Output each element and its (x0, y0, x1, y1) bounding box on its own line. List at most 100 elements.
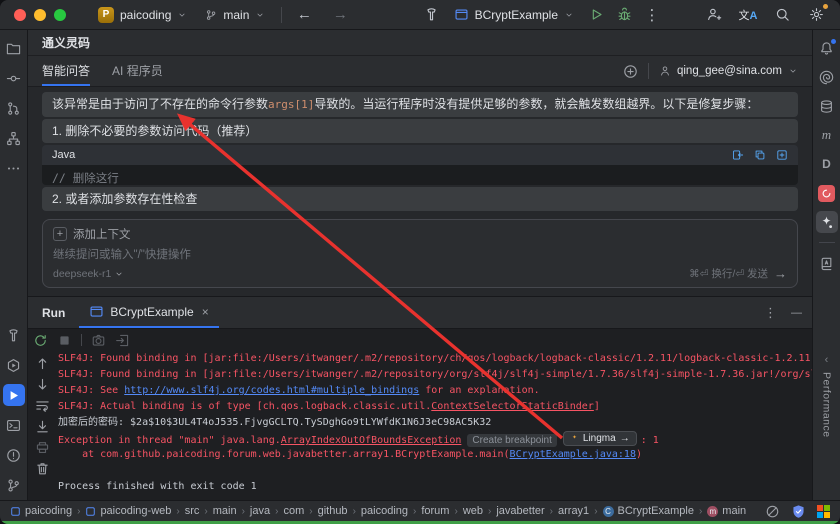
run-tab-bcryptexample[interactable]: BCryptExample × (79, 297, 219, 328)
run-options-button[interactable]: ⋮ (764, 305, 777, 321)
thread-dump-button[interactable] (91, 333, 106, 348)
code-token: // 删除这行 (52, 171, 119, 185)
breadcrumb-item[interactable]: forum (421, 505, 449, 517)
create-breakpoint-hint[interactable]: Create breakpoint (467, 434, 557, 447)
windows-colors-icon[interactable] (817, 504, 830, 518)
breadcrumb-item[interactable]: java (250, 505, 270, 517)
search-everywhere-button[interactable] (770, 3, 794, 27)
close-tab-button[interactable]: × (202, 305, 209, 319)
chat-input-placeholder[interactable]: 继续提问或输入"/"快捷操作 (53, 246, 787, 262)
breadcrumb-label: paicoding-web (100, 505, 172, 517)
class-icon: C (602, 505, 614, 517)
console-text: at com.github.paicoding.forum.web.javabe… (58, 449, 510, 460)
breadcrumb-item[interactable]: paicoding (361, 505, 408, 517)
gradle-tool-button[interactable]: D (816, 153, 838, 175)
code-with-me-button[interactable] (702, 3, 726, 27)
breadcrumb-item[interactable]: main (213, 505, 237, 517)
settings-button[interactable] (804, 3, 828, 27)
shield-icon[interactable] (791, 504, 806, 519)
console-line: Process finished with exit code 1 (58, 479, 806, 495)
database-tool-button[interactable] (816, 95, 838, 117)
soft-wrap-button[interactable] (35, 398, 50, 413)
open-in-editor-button[interactable] (115, 333, 130, 348)
more-tool-button[interactable] (3, 157, 25, 179)
trash-button[interactable] (35, 461, 50, 476)
zoom-window-button[interactable] (54, 8, 66, 21)
breadcrumb-item[interactable]: com (283, 505, 304, 517)
services-tool-button[interactable] (3, 354, 25, 376)
send-button[interactable]: → (774, 266, 787, 281)
print-button[interactable] (35, 440, 50, 455)
project-selector[interactable]: P paicoding (92, 4, 193, 26)
new-chat-button[interactable] (623, 64, 638, 79)
project-name: paicoding (120, 7, 172, 22)
problems-tool-button[interactable] (3, 444, 25, 466)
run-play-icon (10, 390, 18, 400)
rerun-button[interactable] (33, 333, 48, 348)
insert-code-button[interactable] (732, 149, 744, 161)
translation-book-tool-button[interactable] (816, 252, 838, 274)
notifications-tool-button[interactable] (816, 37, 838, 59)
pull-request-tool-button[interactable] (3, 97, 25, 119)
run-play-tool-button[interactable] (2, 384, 25, 406)
console-link[interactable]: BCryptExample.java:18 (510, 449, 636, 460)
up-arrow-button[interactable] (35, 356, 50, 371)
lingma-action-chip[interactable]: Lingma → (562, 431, 637, 446)
minimize-window-button[interactable] (34, 8, 46, 21)
chat-input-box[interactable]: + 添加上下文 继续提问或输入"/"快捷操作 deepseek-r1 ⌘⏎ 换行… (42, 219, 798, 288)
copy-code-button[interactable] (754, 149, 766, 161)
down-arrow-button[interactable] (35, 377, 50, 392)
terminal-tool-button[interactable] (3, 414, 25, 436)
new-file-button[interactable] (776, 149, 788, 161)
translate-button[interactable]: 文A (736, 3, 760, 27)
maven-tool-button[interactable]: m (816, 124, 838, 146)
breadcrumb-item[interactable]: C BCryptExample (602, 505, 694, 517)
tab-smart-qa[interactable]: 智能问答 (42, 56, 91, 86)
structure-tool-button[interactable] (3, 127, 25, 149)
breadcrumb-item[interactable]: array1 (558, 505, 589, 517)
breadcrumb-item[interactable]: javabetter (496, 505, 544, 517)
inspections-off-icon[interactable] (765, 504, 780, 519)
run-config-window-icon (89, 304, 104, 319)
breadcrumb-separator-icon: › (488, 505, 492, 517)
settings-icon (809, 7, 824, 22)
paragraph-text: 该异常是由于访问了不存在的命令行参数 (52, 97, 269, 111)
commit-tool-button[interactable] (3, 67, 25, 89)
close-window-button[interactable] (14, 8, 26, 21)
breadcrumb-label: paicoding (25, 505, 73, 517)
console-link[interactable]: http://www.slf4j.org/codes.html#multiple… (124, 385, 419, 396)
back-button[interactable]: ← (292, 3, 316, 27)
breadcrumb-item[interactable]: paicoding-web (85, 505, 171, 517)
tab-ai-programmer[interactable]: AI 程序员 (112, 56, 163, 86)
build-hammer-tool-button[interactable] (3, 324, 25, 346)
folder-tool-button[interactable] (3, 37, 25, 59)
run-configuration-selector[interactable]: BCryptExample (448, 4, 580, 25)
model-selector[interactable]: deepseek-r1 (53, 268, 124, 280)
breadcrumb-item[interactable]: paicoding (10, 505, 72, 517)
account-selector[interactable]: qing_gee@sina.com (659, 65, 798, 77)
breadcrumb-separator-icon: › (594, 505, 598, 517)
fix-step-2: 2. 或者添加参数存在性检查 (42, 187, 798, 211)
add-context-button[interactable]: + 添加上下文 (53, 226, 787, 242)
build-hammer-icon[interactable] (420, 3, 444, 27)
performance-tab[interactable]: ‹ Performance (821, 354, 833, 438)
run-button[interactable] (584, 3, 608, 27)
breadcrumb-item[interactable]: github (318, 505, 348, 517)
stop-button[interactable] (57, 333, 72, 348)
scroll-end-button[interactable] (35, 419, 50, 434)
breadcrumb-item[interactable]: m main (707, 505, 746, 517)
breadcrumb-item[interactable]: src (185, 505, 200, 517)
hide-panel-button[interactable]: — (791, 307, 802, 319)
ai-assistant-tool-button[interactable] (816, 66, 838, 88)
breadcrumb-label: src (184, 505, 200, 517)
lingma-tool-button[interactable] (815, 211, 838, 233)
plugin-tool-button[interactable] (816, 182, 838, 204)
version-control-tool-button[interactable] (3, 474, 25, 496)
branch-selector[interactable]: main (199, 5, 271, 25)
forward-button[interactable]: → (328, 3, 352, 27)
debug-button[interactable] (612, 3, 636, 27)
more-actions-button[interactable]: ⋮ (640, 3, 664, 27)
breadcrumb-item[interactable]: web (463, 505, 483, 517)
fix-step-1: 1. 删除不必要的参数访问代码（推荐） (42, 119, 798, 143)
